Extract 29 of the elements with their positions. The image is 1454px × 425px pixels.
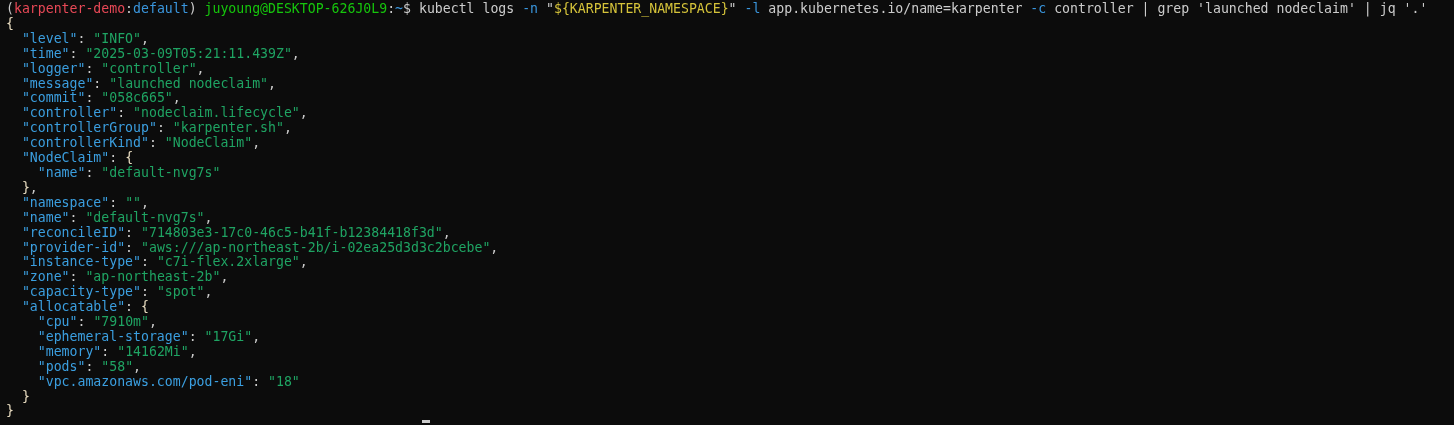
json-line: "memory": "14162Mi", bbox=[37, 344, 197, 360]
json-line: "logger": "controller", bbox=[21, 61, 205, 77]
json-line: "instance-type": "c7i-flex.2xlarge", bbox=[21, 255, 308, 271]
json-line: "time": "2025-03-09T05:21:11.439Z", bbox=[21, 46, 300, 62]
json-line: "namespace": "", bbox=[21, 195, 149, 211]
json-line: "ephemeral-storage": "17Gi", bbox=[37, 329, 261, 345]
json-line: "capacity-type": "spot", bbox=[21, 285, 213, 300]
json-line: "zone": "ap-northeast-2b", bbox=[21, 270, 229, 285]
json-line: "controller": "nodeclaim.lifecycle", bbox=[21, 106, 308, 122]
text-cursor bbox=[422, 420, 430, 424]
command-line: (karpenter-demo:default) juyoung@DESKTOP-626J0L9:~$ kubectl logs -n "${KARPENTER_NAMESPACE}" -l app.kubernetes.io/name=karpenter -c controller | grep 'launched nodeclaim' | jq '.' bbox=[6, 2, 1428, 17]
json-line: { bbox=[6, 16, 14, 32]
json-line: "reconcileID": "714803e3-17c0-46c5-b41f-b12384418f3d", bbox=[21, 225, 451, 241]
json-line: "controllerGroup": "karpenter.sh", bbox=[21, 121, 292, 136]
json-line: }, bbox=[21, 180, 38, 196]
json-line: "pods": "58", bbox=[37, 359, 142, 375]
json-line: "name": "default-nvg7s" bbox=[37, 165, 221, 181]
json-line: "level": "INFO", bbox=[21, 31, 149, 47]
json-line: } bbox=[21, 389, 30, 405]
json-line: "controllerKind": "NodeClaim", bbox=[21, 136, 261, 151]
json-line: "cpu": "7910m", bbox=[37, 315, 157, 330]
json-line: "commit": "058c665", bbox=[21, 91, 181, 106]
json-line: "allocatable": { bbox=[21, 300, 149, 316]
json-line: "vpc.amazonaws.com/pod-eni": "18" bbox=[37, 374, 300, 390]
json-line: "NodeClaim": { bbox=[21, 151, 134, 166]
json-line: "provider-id": "aws:///ap-northeast-2b/i-02ea25d3d3c2bcebe", bbox=[21, 240, 499, 256]
json-line: "message": "launched nodeclaim", bbox=[21, 76, 276, 92]
json-line: "name": "default-nvg7s", bbox=[21, 210, 213, 226]
json-line: } bbox=[6, 404, 14, 420]
